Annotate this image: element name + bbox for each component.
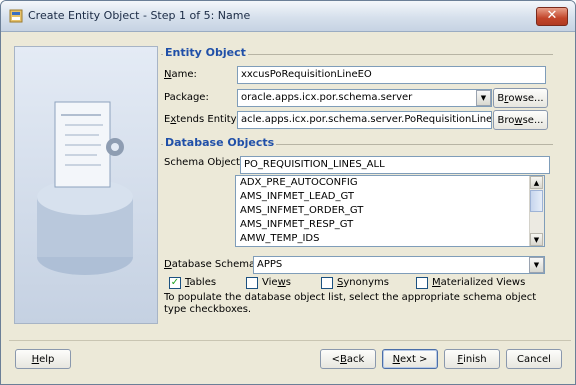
schema-object-label: Schema Object:	[164, 157, 244, 168]
back-button[interactable]: < Back	[320, 349, 376, 369]
checkbox-label-3[interactable]: Materialized Views	[432, 277, 525, 288]
checkbox-3[interactable]	[416, 277, 428, 289]
checkbox-label-0[interactable]: Tables	[185, 277, 216, 288]
scroll-down-icon[interactable]: ▼	[530, 233, 543, 246]
help-button[interactable]: Help	[15, 349, 71, 369]
browse-package-button[interactable]: Br owse...	[493, 88, 548, 108]
chevron-down-icon[interactable]: ▼	[529, 257, 544, 273]
checkbox-2[interactable]	[321, 277, 333, 289]
list-item[interactable]: ADX_PRE_AUTOCONFIG	[236, 176, 544, 190]
database-illustration-icon	[37, 101, 133, 275]
extends-entity-label: Extends Entity:	[164, 114, 240, 125]
entity-object-heading: Entity Object	[163, 46, 248, 59]
scroll-up-icon[interactable]: ▲	[530, 176, 543, 189]
scroll-thumb[interactable]	[530, 190, 543, 212]
list-item[interactable]: AMS_INFMET_LEAD_GT	[236, 190, 544, 204]
database-schema-combo[interactable]: APPS	[253, 256, 545, 274]
checkbox-0[interactable]: ✓	[169, 277, 181, 289]
checkbox-label-1[interactable]: Views	[262, 277, 291, 288]
list-item[interactable]: AMS_INFMET_RESP_GT	[236, 218, 544, 232]
dialog-window: Create Entity Object - Step 1 of 5: Name…	[0, 0, 576, 385]
cancel-button[interactable]: Cancel	[506, 349, 562, 369]
package-combo[interactable]: oracle.apps.icx.por.schema.server	[237, 89, 492, 107]
extends-entity-input[interactable]: acle.apps.icx.por.schema.server.PoRequis…	[237, 111, 492, 129]
list-item[interactable]: AMS_INFMET_ORDER_GT	[236, 204, 544, 218]
list-item[interactable]: AMW_TEMP_IDS	[236, 232, 544, 246]
close-button[interactable]: ✕	[536, 7, 568, 26]
wizard-illustration	[14, 46, 158, 324]
entity-object-icon	[9, 9, 23, 23]
footer-divider	[9, 340, 571, 341]
schema-object-list[interactable]: ADX_PRE_AUTOCONFIG AMS_INFMET_LEAD_GT AMS_…	[235, 175, 545, 247]
name-label: Name:	[164, 69, 197, 80]
next-button[interactable]: Next >	[382, 349, 438, 369]
window-title: Create Entity Object - Step 1 of 5: Name	[28, 9, 251, 22]
database-objects-heading: Database Objects	[163, 136, 277, 149]
finish-button[interactable]: Finish	[444, 349, 500, 369]
name-input[interactable]: xxcusPoRequisitionLineEO	[237, 66, 546, 84]
browse-extends-button[interactable]: Bro w se...	[493, 110, 548, 130]
list-scrollbar[interactable]: ▲ ▼	[529, 176, 544, 246]
checkbox-label-2[interactable]: Synonyms	[337, 277, 389, 288]
title-bar: Create Entity Object - Step 1 of 5: Name…	[1, 1, 575, 32]
database-schema-label: Database Schema:	[164, 259, 259, 270]
chevron-down-icon[interactable]: ▼	[476, 90, 491, 106]
schema-object-input[interactable]: PO_REQUISITION_LINES_ALL	[240, 156, 550, 174]
package-label: Package:	[164, 92, 209, 103]
help-text: To populate the database object list, se…	[164, 292, 537, 315]
checkbox-1[interactable]	[246, 277, 258, 289]
